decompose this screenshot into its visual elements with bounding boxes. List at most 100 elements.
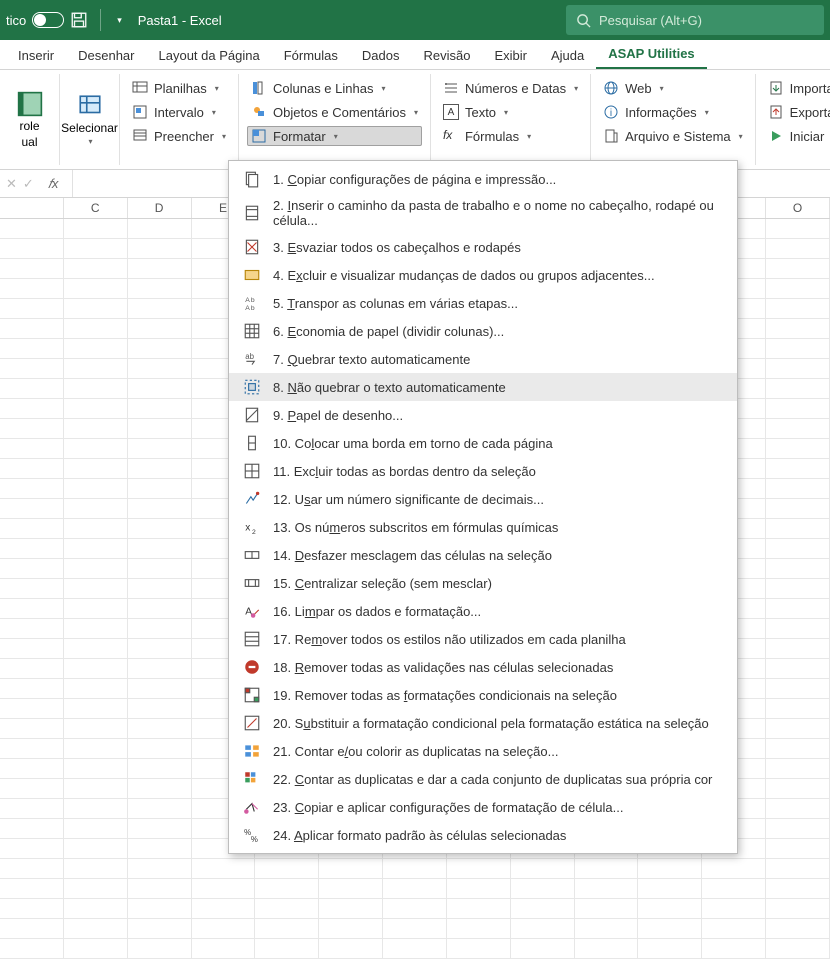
- grid-cell[interactable]: [128, 599, 192, 619]
- grid-cell[interactable]: [766, 379, 830, 399]
- exportar-button[interactable]: Exportar▾: [764, 102, 830, 122]
- grid-cell[interactable]: [128, 399, 192, 419]
- preencher-button[interactable]: Preencher▾: [128, 126, 230, 146]
- format-menu-item-3[interactable]: 3. Esvaziar todos os cabeçalhos e rodapé…: [229, 233, 737, 261]
- grid-cell[interactable]: [766, 279, 830, 299]
- grid-cell[interactable]: [64, 839, 128, 859]
- grid-cell[interactable]: [766, 319, 830, 339]
- grid-cell[interactable]: [64, 439, 128, 459]
- tab-fórmulas[interactable]: Fórmulas: [272, 42, 350, 69]
- format-menu-item-20[interactable]: 20. Substituir a formatação condicional …: [229, 709, 737, 737]
- grid-cell[interactable]: [0, 299, 64, 319]
- grid-cell[interactable]: [128, 339, 192, 359]
- grid-cell[interactable]: [64, 519, 128, 539]
- format-menu-item-9[interactable]: 9. Papel de desenho...: [229, 401, 737, 429]
- grid-cell[interactable]: [0, 759, 64, 779]
- grid-cell[interactable]: [64, 239, 128, 259]
- grid-cell[interactable]: [64, 339, 128, 359]
- grid-cell[interactable]: [0, 319, 64, 339]
- tab-revisão[interactable]: Revisão: [411, 42, 482, 69]
- grid-cell[interactable]: [128, 679, 192, 699]
- grid-cell[interactable]: [128, 459, 192, 479]
- grid-cell[interactable]: [128, 299, 192, 319]
- grid-cell[interactable]: [766, 439, 830, 459]
- grid-cell[interactable]: [0, 739, 64, 759]
- grid-cell[interactable]: [511, 939, 575, 959]
- grid-cell[interactable]: [0, 799, 64, 819]
- texto-button[interactable]: ATexto▾: [439, 102, 582, 122]
- grid-cell[interactable]: [766, 759, 830, 779]
- importar-button[interactable]: Importar▾: [764, 78, 830, 98]
- grid-cell[interactable]: [128, 479, 192, 499]
- grid-cell[interactable]: [766, 579, 830, 599]
- grid-cell[interactable]: [128, 619, 192, 639]
- grid-cell[interactable]: [128, 799, 192, 819]
- grid-cell[interactable]: [128, 439, 192, 459]
- tab-inserir[interactable]: Inserir: [6, 42, 66, 69]
- grid-cell[interactable]: [128, 219, 192, 239]
- grid-cell[interactable]: [192, 899, 256, 919]
- grid-cell[interactable]: [64, 739, 128, 759]
- grid-cell[interactable]: [638, 939, 702, 959]
- grid-cell[interactable]: [0, 899, 64, 919]
- grid-cell[interactable]: [0, 379, 64, 399]
- grid-cell[interactable]: [128, 379, 192, 399]
- grid-cell[interactable]: [511, 879, 575, 899]
- grid-cell[interactable]: [0, 459, 64, 479]
- grid-cell[interactable]: [64, 619, 128, 639]
- grid-cell[interactable]: [0, 479, 64, 499]
- grid-cell[interactable]: [255, 879, 319, 899]
- iniciar-button[interactable]: Iniciar▾: [764, 126, 830, 146]
- formatar-button[interactable]: Formatar▾: [247, 126, 422, 146]
- tab-layout-da-página[interactable]: Layout da Página: [147, 42, 272, 69]
- grid-cell[interactable]: [255, 919, 319, 939]
- grid-cell[interactable]: [383, 859, 447, 879]
- format-menu-item-11[interactable]: 11. Excluir todas as bordas dentro da se…: [229, 457, 737, 485]
- grid-cell[interactable]: [702, 879, 766, 899]
- grid-cell[interactable]: [766, 499, 830, 519]
- grid-cell[interactable]: [128, 699, 192, 719]
- info-button[interactable]: iInformações▾: [599, 102, 747, 122]
- grid-cell[interactable]: [766, 699, 830, 719]
- grid-cell[interactable]: [766, 259, 830, 279]
- grid-cell[interactable]: [128, 499, 192, 519]
- grid-cell[interactable]: [64, 399, 128, 419]
- grid-cell[interactable]: [64, 559, 128, 579]
- grid-cell[interactable]: [0, 619, 64, 639]
- grid-cell[interactable]: [128, 859, 192, 879]
- grid-cell[interactable]: [766, 779, 830, 799]
- grid-cell[interactable]: [766, 459, 830, 479]
- grid-cell[interactable]: [383, 879, 447, 899]
- grid-cell[interactable]: [128, 419, 192, 439]
- grid-cell[interactable]: [638, 859, 702, 879]
- search-box[interactable]: Pesquisar (Alt+G): [566, 5, 824, 35]
- grid-cell[interactable]: [128, 919, 192, 939]
- grid-cell[interactable]: [128, 559, 192, 579]
- grid-cell[interactable]: [766, 639, 830, 659]
- grid-cell[interactable]: [64, 919, 128, 939]
- grid-cell[interactable]: [319, 919, 383, 939]
- planilhas-button[interactable]: Planilhas▾: [128, 78, 230, 98]
- grid-cell[interactable]: [64, 779, 128, 799]
- grid-cell[interactable]: [0, 219, 64, 239]
- grid-cell[interactable]: [766, 679, 830, 699]
- grid-cell[interactable]: [766, 239, 830, 259]
- grid-cell[interactable]: [192, 879, 256, 899]
- format-menu-item-12[interactable]: 12. Usar um número significante de decim…: [229, 485, 737, 513]
- format-menu-item-10[interactable]: 10. Colocar uma borda em torno de cada p…: [229, 429, 737, 457]
- format-menu-item-8[interactable]: 8. Não quebrar o texto automaticamente: [229, 373, 737, 401]
- format-menu-item-19[interactable]: 19. Remover todas as formatações condici…: [229, 681, 737, 709]
- grid-cell[interactable]: [128, 939, 192, 959]
- grid-cell[interactable]: [0, 559, 64, 579]
- grid-cell[interactable]: [766, 399, 830, 419]
- column-header[interactable]: C: [64, 198, 128, 218]
- format-menu-item-17[interactable]: 17. Remover todos os estilos não utiliza…: [229, 625, 737, 653]
- grid-cell[interactable]: [192, 859, 256, 879]
- grid-cell[interactable]: [766, 339, 830, 359]
- grid-cell[interactable]: [766, 359, 830, 379]
- grid-cell[interactable]: [575, 899, 639, 919]
- grid-cell[interactable]: [64, 699, 128, 719]
- format-menu-item-13[interactable]: x213. Os números subscritos em fórmulas …: [229, 513, 737, 541]
- grid-cell[interactable]: [255, 939, 319, 959]
- format-menu-item-5[interactable]: AbAb5. Transpor as colunas em várias eta…: [229, 289, 737, 317]
